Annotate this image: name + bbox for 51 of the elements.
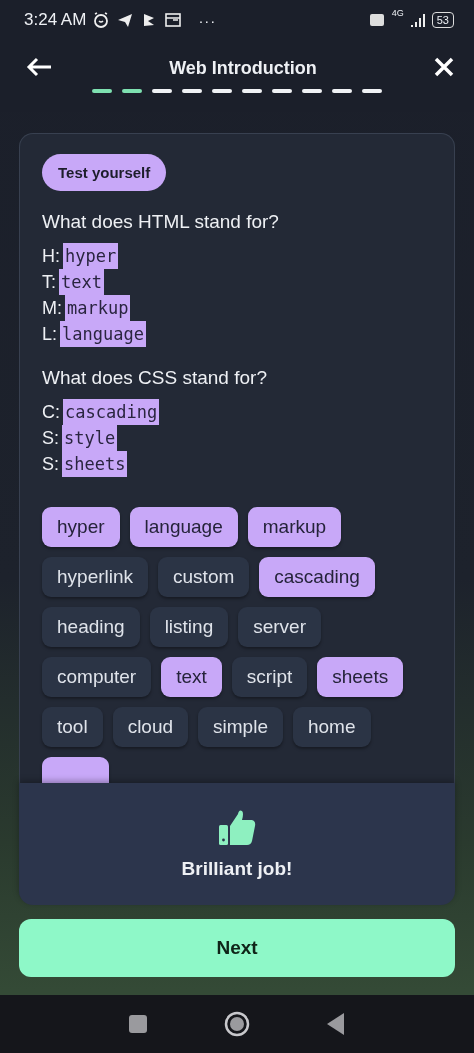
answer-blank[interactable]: sheets — [62, 451, 128, 477]
next-button[interactable]: Next — [19, 919, 455, 977]
word-chip[interactable]: sheets — [317, 657, 404, 697]
signal-icon — [409, 12, 426, 28]
word-chip[interactable]: language — [129, 507, 238, 547]
battery-level: 53 — [431, 12, 454, 28]
answer-letter: H: — [42, 245, 60, 268]
word-chip[interactable]: listing — [149, 607, 229, 647]
word-chip[interactable]: text — [161, 657, 222, 697]
back-icon[interactable] — [327, 1013, 346, 1035]
word-chip[interactable]: heading — [42, 607, 140, 647]
test-yourself-label: Test yourself — [42, 154, 167, 191]
answer-blank[interactable]: language — [60, 321, 146, 347]
alarm-icon — [92, 11, 111, 29]
lesson-title: Web Introduction — [169, 58, 317, 79]
word-chip[interactable]: simple — [198, 707, 283, 747]
word-chip[interactable]: hyperlink — [42, 557, 149, 597]
answer-blank[interactable]: cascading — [63, 399, 160, 425]
word-chip[interactable]: computer — [42, 657, 152, 697]
thumbs-up-icon — [218, 808, 256, 846]
recents-icon[interactable] — [128, 1015, 147, 1033]
word-chip[interactable]: server — [238, 607, 321, 647]
answer-letter: S: — [42, 427, 59, 450]
back-button[interactable] — [26, 56, 52, 77]
answer-letter: L: — [42, 323, 57, 346]
answer-letter: C: — [42, 401, 60, 424]
more-notifications: ··· — [198, 11, 217, 29]
question-text: What does CSS stand for? — [42, 367, 268, 389]
close-button[interactable] — [434, 56, 454, 77]
answer-letter: S: — [42, 453, 59, 476]
word-chip[interactable]: markup — [247, 507, 342, 547]
send-icon — [116, 11, 135, 29]
word-chip[interactable]: hyper — [42, 507, 120, 547]
home-icon[interactable] — [224, 1011, 250, 1037]
word-chip[interactable]: cloud — [112, 707, 189, 747]
answer-blank[interactable]: text — [59, 269, 104, 295]
answer-blank[interactable]: style — [62, 425, 118, 451]
word-chip[interactable]: cascading — [259, 557, 375, 597]
word-chip[interactable]: tool — [42, 707, 103, 747]
word-chip[interactable]: custom — [158, 557, 250, 597]
question-text: What does HTML stand for? — [42, 211, 280, 233]
answer-blank[interactable]: hyper — [63, 243, 119, 269]
window-icon — [164, 11, 183, 29]
answer-blank[interactable]: markup — [65, 295, 131, 321]
clock-time: 3:24 AM — [24, 10, 87, 30]
answer-letter: M: — [42, 297, 62, 320]
word-chip[interactable]: home — [292, 707, 371, 747]
feedback-message: Brilliant job! — [181, 858, 293, 880]
answer-letter: T: — [42, 271, 56, 294]
network-type: 4G — [391, 8, 404, 18]
word-chip[interactable]: script — [231, 657, 308, 697]
